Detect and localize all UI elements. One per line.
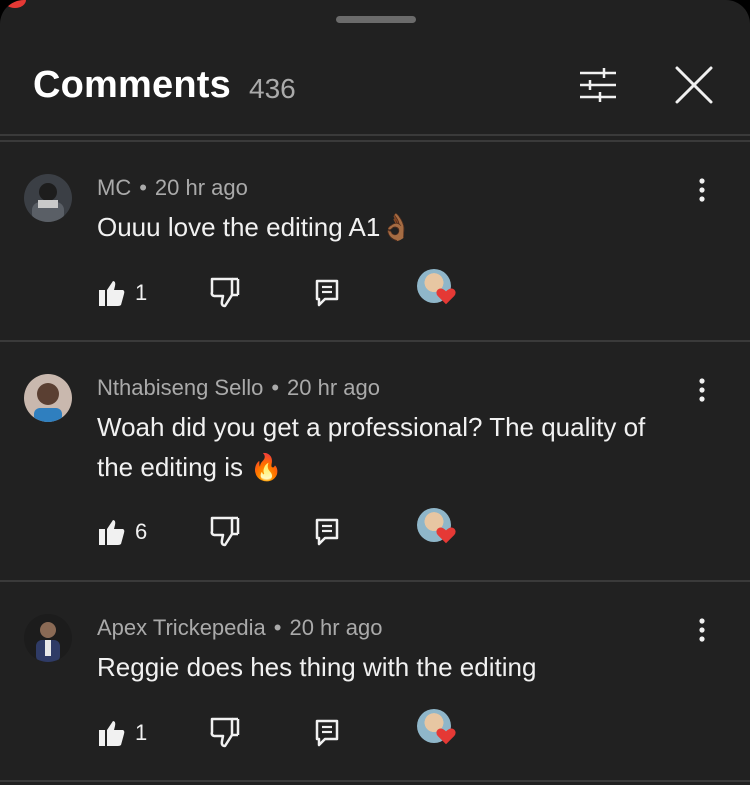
like-button[interactable]: 1 [97,715,167,751]
meta-separator: • [273,615,282,640]
comment-time: 20 hr ago [154,175,248,200]
avatar[interactable] [24,614,72,662]
comment-meta: Apex Trickepedia • 20 hr ago [97,615,382,641]
comment-item: MC • 20 hr ago Ouuu love the editing A1👌🏾 … [0,142,750,340]
more-vertical-icon [699,378,705,402]
reply-icon [315,279,339,307]
thumb-down-icon [210,516,240,547]
reply-button[interactable] [313,717,341,749]
more-vertical-icon [699,178,705,202]
thumb-down-icon [210,277,240,308]
close-icon [675,66,713,104]
dislike-button[interactable] [209,715,241,751]
like-count: 1 [135,280,148,305]
comment-text: Reggie does hes thing with the editing [97,652,537,682]
thumb-down-icon [210,717,240,748]
dislike-button[interactable] [209,275,241,311]
avatar[interactable] [24,174,72,222]
comment-text: Woah did you get a professional? The qua… [97,412,646,482]
thumb-up-icon [99,281,125,306]
creator-heart-badge[interactable] [417,269,459,311]
comment-actions: 1 [97,709,497,751]
comment-meta: Nthabiseng Sello • 20 hr ago [97,375,380,401]
comments-title: Comments [33,64,231,106]
comments-sheet: Comments 436 MC • 20 hr ago Ouuu love th… [0,0,750,785]
comments-count: 436 [249,73,296,104]
heart-icon [436,527,456,544]
avatar[interactable] [24,374,72,422]
header-divider [0,134,750,142]
comment-meta: MC • 20 hr ago [97,175,248,201]
close-button[interactable] [672,66,716,106]
like-count: 1 [135,720,148,745]
like-button[interactable]: 1 [97,275,167,311]
reply-button[interactable] [313,277,341,309]
sliders-icon [580,68,616,102]
comments-header: Comments 436 [0,40,750,134]
comment-item: Nthabiseng Sello • 20 hr ago Woah did you … [0,342,750,580]
creator-heart-badge[interactable] [417,709,459,751]
comment-author[interactable]: Apex Trickepedia [97,615,266,640]
reply-icon [315,518,339,546]
comment-author[interactable]: Nthabiseng Sello [97,375,263,400]
comment-actions: 6 [97,508,497,550]
reply-icon [315,719,339,747]
heart-icon [436,728,456,745]
meta-separator: • [139,175,147,200]
drag-handle[interactable] [336,16,416,23]
more-vertical-icon [699,618,705,642]
comment-item: Apex Trickepedia • 20 hr ago Reggie does h… [0,582,750,780]
comment-menu-button[interactable] [690,176,714,206]
meta-separator: • [271,375,280,400]
comment-time: 20 hr ago [289,615,383,640]
comment-actions: 1 [97,269,497,311]
reply-button[interactable] [313,516,341,548]
comment-divider [0,780,750,782]
thumb-up-icon [99,520,125,545]
heart-icon [436,288,456,305]
comment-time: 20 hr ago [287,375,381,400]
like-button[interactable]: 6 [97,514,167,550]
comment-text: Ouuu love the editing A1👌🏾 [97,212,413,242]
comment-menu-button[interactable] [690,376,714,406]
like-count: 6 [135,519,148,544]
comment-menu-button[interactable] [690,616,714,646]
comment-author[interactable]: MC [97,175,131,200]
dislike-button[interactable] [209,514,241,550]
creator-heart-badge[interactable] [417,508,459,550]
sort-filter-button[interactable] [576,66,620,106]
notification-dot [4,0,26,8]
thumb-up-icon [99,721,125,746]
